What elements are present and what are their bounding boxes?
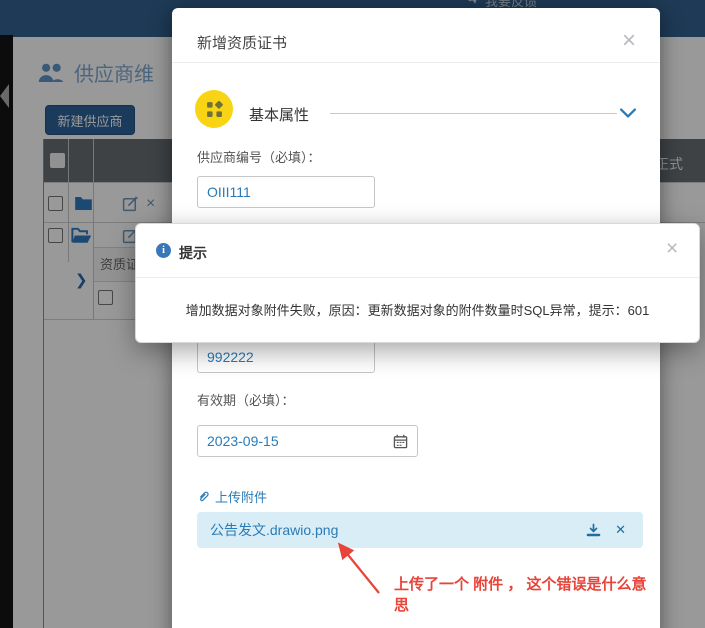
supplier-code-label: 供应商编号（必填）：: [197, 147, 321, 166]
upload-attachment-link[interactable]: 上传附件: [197, 487, 267, 506]
dialog-title: 新增资质证书: [197, 32, 287, 53]
download-icon[interactable]: [586, 523, 601, 538]
attachment-item: 公告发文.drawio.png ✕: [197, 512, 643, 548]
category-icon: [195, 90, 233, 128]
attachment-filename[interactable]: 公告发文.drawio.png: [197, 520, 586, 540]
info-icon: i: [156, 243, 171, 258]
alert-close-icon[interactable]: ×: [666, 238, 678, 260]
calendar-icon[interactable]: [393, 434, 408, 449]
annotation-text: 上传了一个 附件 ， 这个错误是什么意思: [394, 573, 660, 615]
section-collapse-chevron-icon[interactable]: [620, 106, 636, 124]
alert-message: 增加数据对象附件失败，原因：更新数据对象的附件数量时SQL异常，提示：601: [136, 300, 699, 319]
alert-title: 提示: [179, 243, 207, 263]
alert-dialog: i 提示 × 增加数据对象附件失败，原因：更新数据对象的附件数量时SQL异常，提…: [135, 223, 700, 343]
section-divider: [330, 113, 617, 114]
dialog-header-divider: [172, 62, 660, 63]
screen: 我要反馈 供应商维 新建供应商 正式 ×: [0, 0, 705, 628]
supplier-code-input[interactable]: [197, 176, 375, 208]
cert-number-input[interactable]: [197, 341, 375, 373]
validity-date-value: 2023-09-15: [207, 433, 393, 449]
section-title: 基本属性: [249, 104, 309, 125]
validity-date-input[interactable]: 2023-09-15: [197, 425, 418, 457]
dialog-close-icon[interactable]: ×: [622, 30, 636, 52]
paperclip-icon: [197, 490, 210, 503]
validity-label: 有效期（必填）：: [197, 390, 295, 409]
annotation-arrow: [327, 533, 389, 599]
upload-attachment-label: 上传附件: [215, 487, 267, 506]
remove-attachment-icon[interactable]: ✕: [615, 522, 626, 538]
alert-header-divider: [136, 277, 699, 278]
